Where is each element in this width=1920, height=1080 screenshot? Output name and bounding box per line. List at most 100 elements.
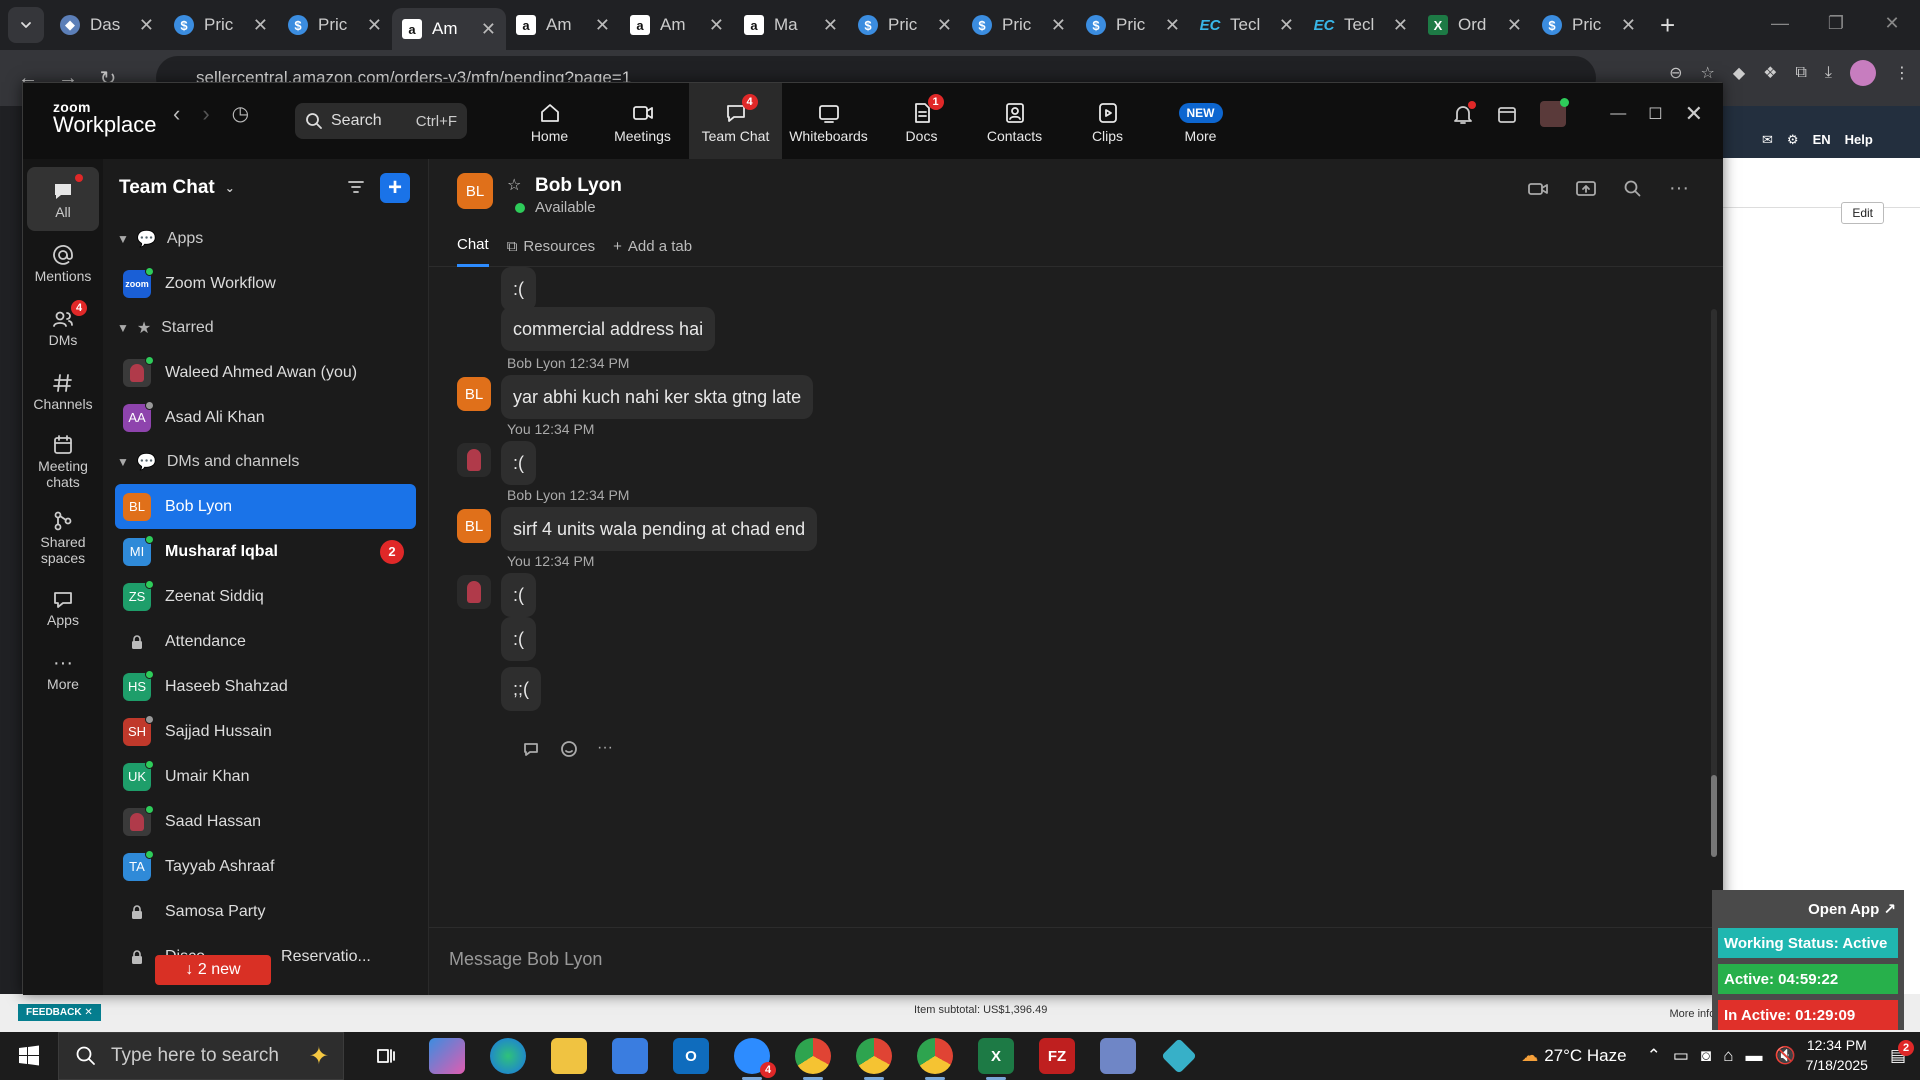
avatar[interactable] xyxy=(1540,98,1570,127)
tab-clips[interactable]: Clips xyxy=(1061,83,1154,159)
browser-tab[interactable]: ◆ Das ✕ xyxy=(50,6,164,44)
new-chat-button[interactable]: + xyxy=(380,173,410,203)
chrome-icon[interactable] xyxy=(917,1038,953,1080)
share-screen-icon[interactable] xyxy=(1575,179,1597,199)
rail-item-dms[interactable]: 4 DMs xyxy=(27,295,99,359)
chat-list-item[interactable]: AA Asad Ali Khan xyxy=(115,395,416,440)
mail-icon[interactable]: ✉ xyxy=(1762,132,1773,148)
start-button[interactable] xyxy=(0,1045,58,1067)
browser-tab[interactable]: a Am ✕ xyxy=(620,6,734,44)
chat-list-item[interactable]: Attendance xyxy=(115,619,416,664)
section-starred[interactable]: ▼ ★ Starred xyxy=(103,306,428,350)
emoji-reaction-icon[interactable] xyxy=(559,739,579,759)
task-view-icon[interactable] xyxy=(368,1038,404,1074)
sender-name[interactable]: Bob Lyon xyxy=(507,355,566,371)
message-bubble[interactable]: yar abhi kuch nahi ker skta gtng late xyxy=(501,375,814,419)
browser-tab[interactable]: $ Pric ✕ xyxy=(848,6,962,44)
bookmark-star-icon[interactable]: ☆ xyxy=(1700,63,1714,83)
browser-tab[interactable]: a Am ✕ xyxy=(506,6,620,44)
edge-icon[interactable] xyxy=(490,1038,526,1074)
close-tab-icon[interactable]: ✕ xyxy=(823,15,838,36)
close-tab-icon[interactable]: ✕ xyxy=(1393,15,1408,36)
close-tab-icon[interactable]: ✕ xyxy=(253,15,268,36)
weather-icon[interactable]: ☁ xyxy=(1521,1046,1538,1066)
new-tab-button[interactable]: + xyxy=(1660,10,1675,41)
chat-list-item[interactable]: zoom Zoom Workflow xyxy=(115,261,416,306)
section-apps[interactable]: ▼ 💬 Apps xyxy=(103,217,428,261)
close-tab-icon[interactable]: ✕ xyxy=(595,15,610,36)
settings-icon[interactable]: ⚙ xyxy=(1787,132,1799,148)
close-tab-icon[interactable]: ✕ xyxy=(709,15,724,36)
close-tab-icon[interactable]: ✕ xyxy=(1507,15,1522,36)
sender-name[interactable]: Bob Lyon xyxy=(507,487,566,503)
reply-icon[interactable] xyxy=(521,739,541,759)
star-icon[interactable]: ☆ xyxy=(507,175,521,195)
message-scrollbar[interactable] xyxy=(1711,309,1717,857)
menu-dots-icon[interactable]: ⋮ xyxy=(1894,63,1910,83)
display-icon[interactable]: ▭ xyxy=(1673,1046,1689,1066)
zoom-lens-icon[interactable]: ⊖ xyxy=(1669,63,1682,83)
excel-icon[interactable]: X xyxy=(978,1038,1014,1080)
chrome-icon[interactable] xyxy=(856,1038,892,1080)
battery-icon[interactable]: ▬ xyxy=(1745,1046,1762,1066)
chat-list-item[interactable]: HS Haseeb Shahzad xyxy=(115,664,416,709)
avatar[interactable] xyxy=(457,443,491,477)
contact-avatar[interactable]: BL xyxy=(457,173,493,209)
chat-list-item[interactable]: UK Umair Khan xyxy=(115,754,416,799)
close-tab-icon[interactable]: ✕ xyxy=(1279,15,1294,36)
minimize-icon[interactable]: — xyxy=(1610,105,1626,123)
new-messages-button[interactable]: ↓ 2 new xyxy=(155,955,271,985)
network-icon[interactable]: ⌂ xyxy=(1723,1046,1733,1066)
close-tab-icon[interactable]: ✕ xyxy=(481,19,496,40)
forward-icon[interactable]: › xyxy=(202,101,209,127)
tab-contacts[interactable]: Contacts xyxy=(968,83,1061,159)
notifications-icon[interactable]: ▤ 2 xyxy=(1890,1040,1914,1066)
calendar-icon[interactable] xyxy=(1496,103,1518,125)
message-bubble[interactable]: :( xyxy=(501,573,536,617)
clock[interactable]: 12:34 PM 7/18/2025 xyxy=(1806,1036,1868,1075)
outlook-icon[interactable]: O xyxy=(673,1038,709,1074)
contact-name[interactable]: Bob Lyon xyxy=(535,175,622,197)
tab-chat[interactable]: Chat xyxy=(457,225,489,267)
browser-tab[interactable]: $ Pric ✕ xyxy=(278,6,392,44)
puzzle-icon[interactable]: ⧉ xyxy=(1795,64,1806,82)
rail-item-meeting-chats[interactable]: Meeting chats xyxy=(27,423,99,499)
chat-list-item[interactable]: ZS Zeenat Siddiq xyxy=(115,574,416,619)
avatar[interactable]: BL xyxy=(457,509,491,543)
rail-item-mentions[interactable]: Mentions xyxy=(27,231,99,295)
chrome-icon[interactable] xyxy=(795,1038,831,1080)
search-box[interactable]: Search Ctrl+F xyxy=(295,103,467,139)
avatar[interactable]: BL xyxy=(457,377,491,411)
message-bubble[interactable]: :( xyxy=(501,441,536,485)
rail-item-apps[interactable]: Apps xyxy=(27,575,99,639)
back-icon[interactable]: ‹ xyxy=(173,101,180,127)
close-icon[interactable]: ✕ xyxy=(1864,0,1920,46)
tab-search-button[interactable] xyxy=(8,7,44,43)
weather-text[interactable]: 27°C Haze xyxy=(1544,1046,1626,1066)
video-call-icon[interactable] xyxy=(1527,179,1549,199)
message-bubble[interactable]: sirf 4 units wala pending at chad end xyxy=(501,507,818,551)
tab-more[interactable]: NEW More xyxy=(1154,83,1247,159)
browser-tab[interactable]: EC Tecl ✕ xyxy=(1190,6,1304,44)
chat-list-item[interactable]: MI Musharaf Iqbal 2 xyxy=(115,529,416,574)
volume-muted-icon[interactable]: 🔇 xyxy=(1774,1046,1795,1066)
message-bubble[interactable]: commercial address hai xyxy=(501,307,716,351)
file-explorer-icon[interactable] xyxy=(551,1038,587,1074)
bell-icon[interactable] xyxy=(1452,101,1477,125)
extension-icon[interactable]: ◆ xyxy=(1733,63,1745,83)
browser-tab[interactable]: $ Pric ✕ xyxy=(1076,6,1190,44)
open-app-link[interactable]: Open App ↗ xyxy=(1808,900,1896,918)
message-input[interactable] xyxy=(449,944,1349,974)
zoom-app-icon[interactable]: 4 xyxy=(734,1038,776,1080)
close-tab-icon[interactable]: ✕ xyxy=(1165,15,1180,36)
language-selector[interactable]: EN xyxy=(1813,132,1831,148)
more-icon[interactable]: ··· xyxy=(597,739,613,759)
chat-list-item[interactable]: SH Sajjad Hussain xyxy=(115,709,416,754)
filter-icon[interactable] xyxy=(346,177,366,197)
taskbar-search[interactable]: Type here to search ✦ xyxy=(58,1032,344,1080)
tab-meetings[interactable]: Meetings xyxy=(596,83,689,159)
close-tab-icon[interactable]: ✕ xyxy=(1621,15,1636,36)
close-tab-icon[interactable]: ✕ xyxy=(1051,15,1066,36)
extension-icon[interactable]: ❖ xyxy=(1763,63,1777,83)
camera-icon[interactable]: ◙ xyxy=(1701,1046,1711,1066)
